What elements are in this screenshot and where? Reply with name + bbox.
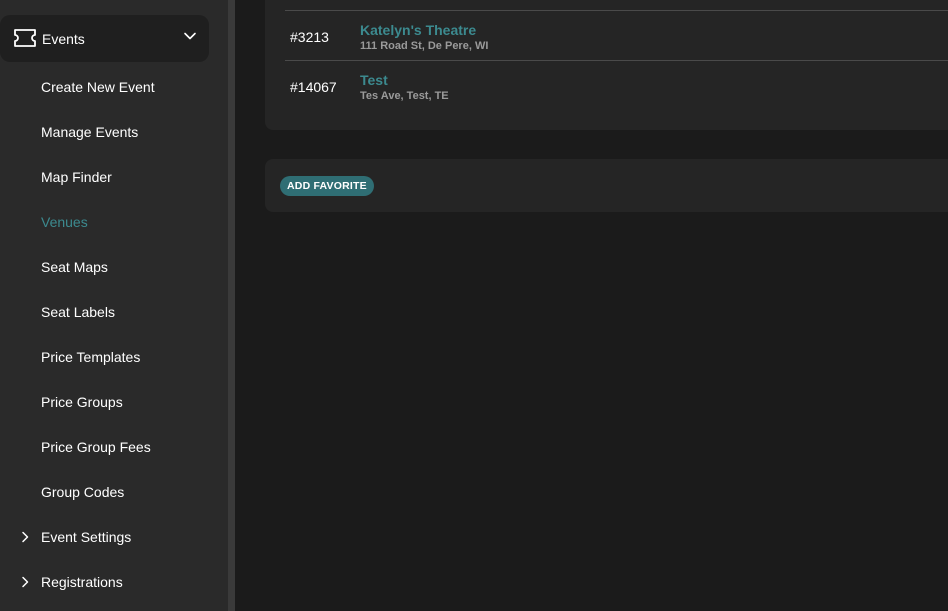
sidebar-section-events[interactable]: Events — [0, 15, 209, 62]
favorites-card: ADD FAVORITE — [265, 159, 948, 212]
sidebar-item-create-new-event[interactable]: Create New Event — [0, 72, 228, 102]
venue-name-link[interactable]: Test — [360, 72, 388, 88]
venues-card: #3213 Katelyn's Theatre 111 Road St, De … — [265, 0, 948, 130]
add-favorite-button[interactable]: ADD FAVORITE — [280, 176, 374, 196]
app-window: Events Create New Event Manage Events Ma… — [0, 0, 948, 611]
sidebar: Events Create New Event Manage Events Ma… — [0, 0, 228, 611]
sidebar-item-venues[interactable]: Venues — [0, 207, 228, 237]
sidebar-item-label: Price Group Fees — [41, 439, 151, 455]
sidebar-item-event-settings[interactable]: Event Settings — [0, 522, 228, 552]
sidebar-item-label: Manage Events — [41, 124, 139, 140]
venue-address: 111 Road St, De Pere, WI — [360, 40, 489, 52]
sidebar-item-price-group-fees[interactable]: Price Group Fees — [0, 432, 228, 462]
sidebar-item-registrations[interactable]: Registrations — [0, 567, 228, 597]
sidebar-item-price-groups[interactable]: Price Groups — [0, 387, 228, 417]
sidebar-item-price-templates[interactable]: Price Templates — [0, 342, 228, 372]
venue-id: #14067 — [290, 79, 337, 95]
sidebar-item-manage-events[interactable]: Manage Events — [0, 117, 228, 147]
chevron-down-icon[interactable] — [183, 29, 197, 43]
sidebar-item-label: Create New Event — [41, 79, 155, 95]
venue-id: #3213 — [290, 29, 329, 45]
sidebar-item-label: Group Codes — [41, 484, 125, 500]
sidebar-item-seat-maps[interactable]: Seat Maps — [0, 252, 228, 282]
table-row: #14067 Test Tes Ave, Test, TE — [285, 61, 948, 111]
sidebar-item-label: Registrations — [41, 574, 123, 590]
ticket-icon — [14, 29, 36, 47]
sidebar-item-label: Seat Maps — [41, 259, 108, 275]
sidebar-scrollbar[interactable] — [228, 0, 235, 611]
chevron-right-icon[interactable] — [19, 531, 31, 543]
sidebar-section-label: Events — [42, 31, 85, 47]
sidebar-item-seat-labels[interactable]: Seat Labels — [0, 297, 228, 327]
sidebar-item-group-codes[interactable]: Group Codes — [0, 477, 228, 507]
sidebar-item-label: Seat Labels — [41, 304, 115, 320]
sidebar-item-label: Price Templates — [41, 349, 141, 365]
sidebar-item-label: Event Settings — [41, 529, 132, 545]
sidebar-item-label: Price Groups — [41, 394, 123, 410]
venue-name-link[interactable]: Katelyn's Theatre — [360, 22, 476, 38]
venue-address: Tes Ave, Test, TE — [360, 90, 449, 102]
sidebar-item-map-finder[interactable]: Map Finder — [0, 162, 228, 192]
table-row: #3213 Katelyn's Theatre 111 Road St, De … — [285, 11, 948, 61]
sidebar-item-label: Venues — [41, 214, 88, 230]
chevron-right-icon[interactable] — [19, 576, 31, 588]
main-content: #3213 Katelyn's Theatre 111 Road St, De … — [235, 0, 948, 611]
sidebar-item-label: Map Finder — [41, 169, 112, 185]
